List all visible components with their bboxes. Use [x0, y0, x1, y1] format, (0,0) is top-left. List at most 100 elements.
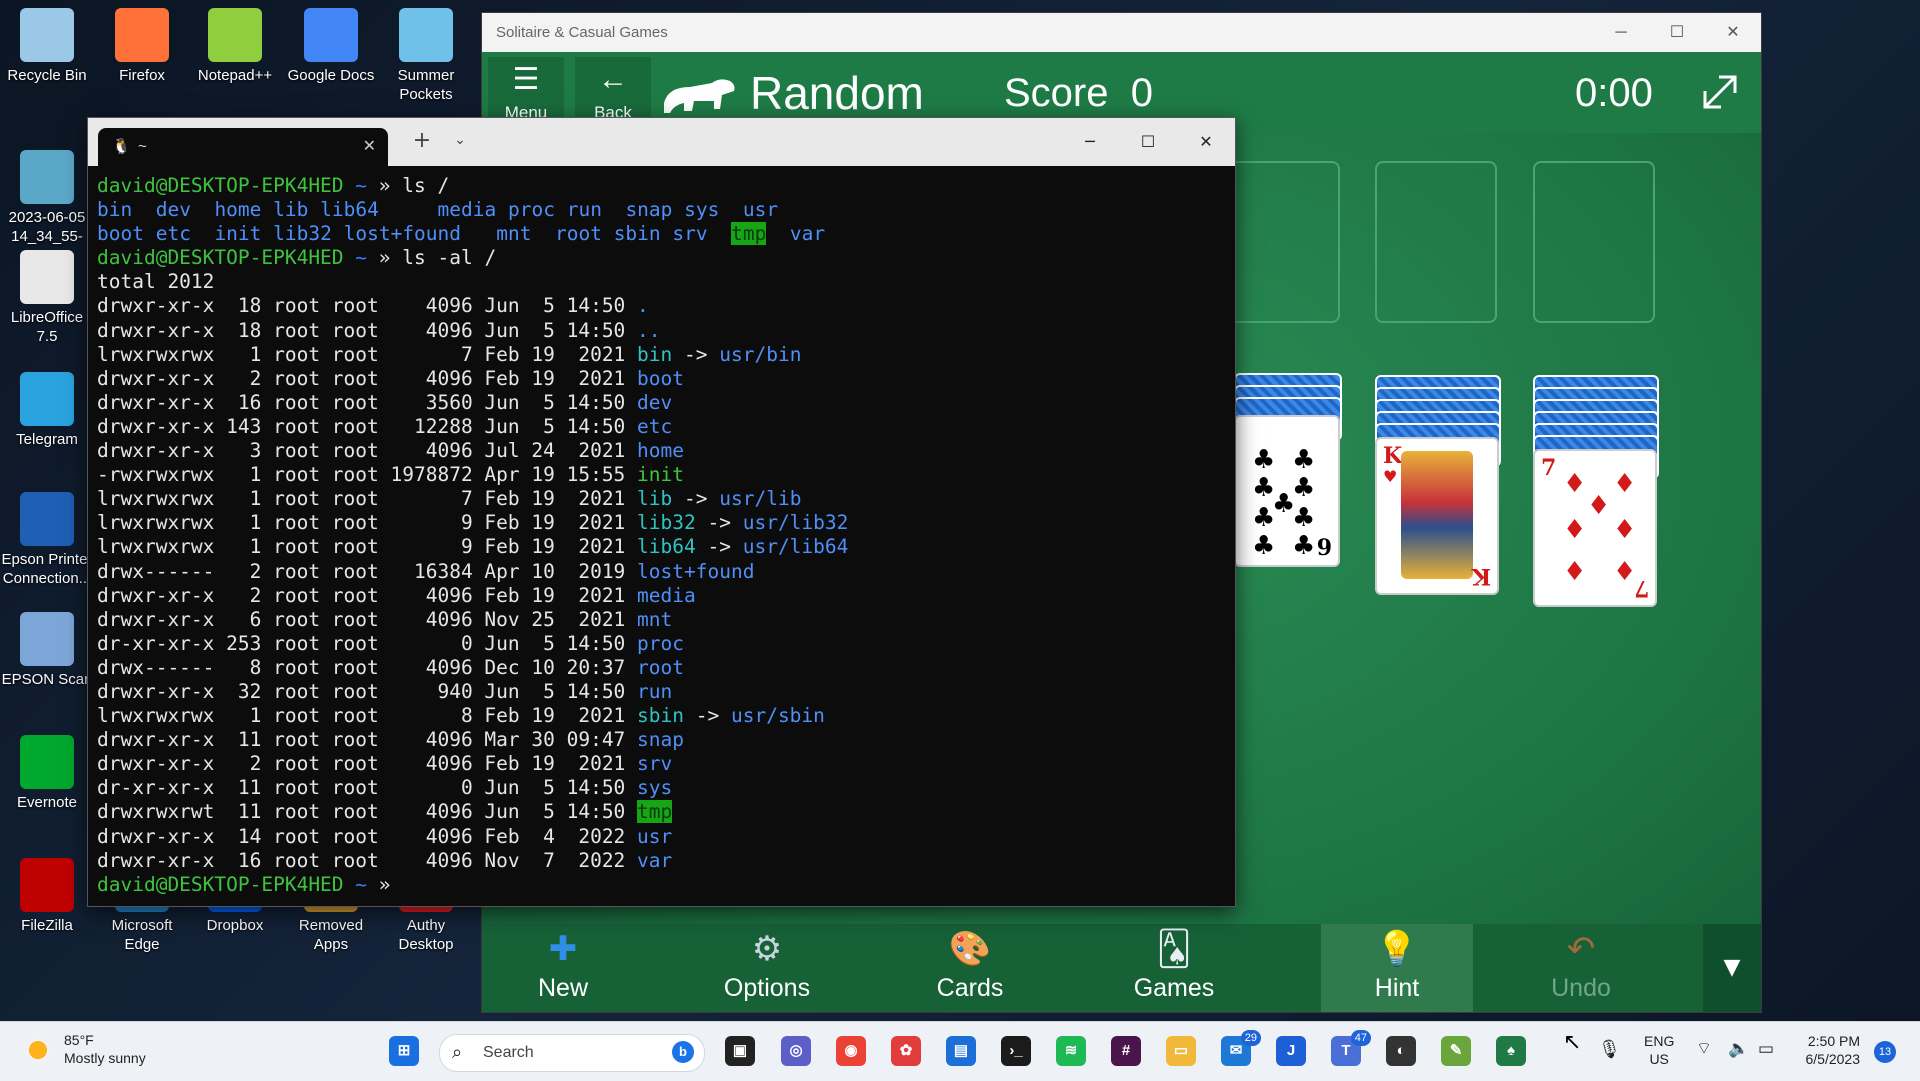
score-label: Score [1004, 71, 1109, 115]
ls-meta: drwxrwxrwt 11 root root 4096 Jun 5 14:50 [97, 800, 638, 824]
desktop-icon[interactable]: Recycle Bin [0, 8, 94, 85]
desktop-icon[interactable]: Epson Printer Connection... [0, 492, 94, 588]
ls-entry: etc [155, 222, 191, 246]
new-game-button[interactable]: ✚ New [483, 924, 643, 1012]
ls-entry: boot [97, 222, 144, 246]
desktop-icon[interactable]: Evernote [0, 735, 94, 812]
search-box[interactable]: ⌕ Search b [439, 1034, 705, 1072]
weather-sun-icon[interactable] [24, 1036, 52, 1064]
teams-icon[interactable]: T 47 [1331, 1030, 1371, 1066]
foundation-slot[interactable] [1234, 161, 1340, 323]
microphone-icon[interactable]: 🎙 [1598, 1040, 1621, 1058]
terminal-tab[interactable]: 🐧 ~ ✕ [98, 128, 388, 166]
slack-icon[interactable]: # [1111, 1036, 1141, 1066]
close-icon[interactable]: ✕ [1705, 13, 1761, 52]
ls-link-target: usr/lib64 [742, 535, 849, 559]
photos-app-icon[interactable]: ✿ [891, 1036, 921, 1066]
ls-long-line: drwxr-xr-x 143 root root 12288 Jun 5 14:… [97, 415, 1235, 439]
teams-chat-icon[interactable]: ◎ [781, 1036, 811, 1066]
clock[interactable]: 2:50 PM 6/5/2023 [1796, 1032, 1861, 1068]
ls-long-line: drwxr-xr-x 6 root root 4096 Nov 25 2021 … [97, 608, 1235, 632]
weather-desc: Mostly sunny [64, 1050, 146, 1066]
prompt-path: ~ [355, 872, 368, 896]
media-app-icon[interactable]: ◐ [1386, 1036, 1416, 1066]
minimize-icon[interactable]: ─ [1061, 118, 1119, 166]
desktop-icon-label: Telegram [16, 431, 78, 448]
desktop-icon[interactable]: FileZilla [0, 858, 94, 935]
volume-icon[interactable]: 🔈 [1728, 1040, 1749, 1058]
ls-name: lib [637, 487, 673, 511]
solitaire-title-bar[interactable]: Solitaire & Casual Games ─ ☐ ✕ [482, 13, 1761, 52]
close-icon[interactable]: ✕ [1177, 118, 1235, 166]
desktop-icon[interactable]: Firefox [95, 8, 189, 85]
ls-meta: drwxr-xr-x 3 root root 4096 Jul 24 2021 [97, 439, 638, 463]
ls-output-line: bin dev home lib lib64 media proc run sn… [97, 198, 1235, 222]
terminal-window: 🐧 ~ ✕ + ⌄ ─ ☐ ✕ david@DESKTOP-EPK4HED ~ … [87, 117, 1236, 907]
close-tab-icon[interactable]: ✕ [363, 136, 376, 156]
new-tab-icon[interactable]: + [406, 128, 438, 153]
terminal-icon[interactable]: ›_ [1001, 1036, 1031, 1066]
desktop-icon[interactable]: Summer Pockets [379, 8, 473, 104]
notification-badge[interactable]: 13 [1874, 1041, 1896, 1063]
desktop-icon-label: Notepad++ [197, 67, 273, 84]
expand-toolbar-button[interactable]: ▼ [1703, 924, 1761, 1012]
ls-link-target: usr/bin [719, 342, 802, 366]
firefox-icon [115, 8, 169, 62]
foundation-slot[interactable] [1533, 161, 1655, 323]
bing-icon[interactable]: b [672, 1041, 694, 1063]
maximize-icon[interactable]: ☐ [1649, 13, 1705, 52]
ls-name: sbin [637, 704, 685, 728]
desktop-icon[interactable]: Notepad++ [188, 8, 282, 85]
weather-widget[interactable]: 85°F Mostly sunny [64, 1031, 146, 1067]
ls-long-line: drwx------ 8 root root 4096 Dec 10 20:37… [97, 656, 1235, 680]
desktop-icon-label: Authy Desktop [398, 917, 454, 953]
prompt-path: ~ [355, 174, 368, 197]
joplin-icon[interactable]: J [1276, 1036, 1306, 1066]
ls-entry: init [214, 222, 262, 246]
card-rank: K [1383, 443, 1403, 469]
terminal-title-bar[interactable]: 🐧 ~ ✕ + ⌄ ─ ☐ ✕ [88, 118, 1235, 166]
start-icon[interactable]: ⊞ [389, 1036, 419, 1066]
desktop-icon[interactable]: 2023-06-05 14_34_55-G... [0, 150, 94, 265]
hint-button[interactable]: 💡 Hint [1321, 924, 1473, 1012]
ls-entry: sbin [613, 222, 661, 246]
desktop-icon[interactable]: LibreOffice 7.5 [0, 250, 94, 346]
notepadpp-icon[interactable]: ✎ [1441, 1036, 1471, 1066]
options-button[interactable]: ⚙ Options [687, 924, 847, 1012]
battery-icon[interactable]: ▭ [1758, 1040, 1774, 1058]
maximize-icon[interactable]: ☐ [1119, 118, 1177, 166]
lightbulb-icon: 💡 [1375, 930, 1419, 968]
desktop-icon-label: Dropbox [206, 917, 264, 934]
card-nine-of-clubs[interactable]: ♣ ♣ ♣ ♣ ♣ ♣ ♣ ♣ ♣ 9 [1234, 415, 1340, 567]
card-seven-of-diamonds[interactable]: 7 ♦ ♦ ♦ ♦ ♦ ♦ ♦ 7 [1533, 449, 1657, 607]
cards-button[interactable]: 🎨 Cards [890, 924, 1050, 1012]
wifi-icon[interactable]: ⌔ [1696, 1040, 1712, 1058]
desktop-icon[interactable]: EPSON Scan [0, 612, 94, 689]
terminal-output[interactable]: david@DESKTOP-EPK4HED ~ » ls / bin dev ho… [97, 174, 1235, 906]
desktop-icon[interactable]: Google Docs [284, 8, 378, 85]
card-king-of-hearts[interactable]: K ♥ K [1375, 437, 1499, 595]
spotify-icon[interactable]: ≋ [1056, 1036, 1086, 1066]
ls-meta: drwxr-xr-x 16 root root 3560 Jun 5 14:50 [97, 390, 638, 414]
minimize-icon[interactable]: ─ [1593, 13, 1649, 52]
ls-name: dev [637, 390, 673, 414]
language-indicator[interactable]: ENG US [1644, 1032, 1674, 1068]
file-explorer-icon[interactable]: ▭ [1166, 1036, 1196, 1066]
terminal-prompt-line: david@DESKTOP-EPK4HED ~ » ls / [97, 174, 1235, 198]
desktop-icon-label: EPSON Scan [1, 671, 93, 688]
taskbar: 85°F Mostly sunny ⊞ ⌕ Search b ▣ ◎ ◉ ✿ ▤… [0, 1021, 1920, 1081]
ls-entry: lib32 [273, 222, 332, 246]
chevron-down-icon[interactable]: ⌄ [448, 132, 472, 148]
undo-button[interactable]: ↶ Undo [1501, 924, 1661, 1012]
chrome-icon[interactable]: ◉ [836, 1036, 866, 1066]
ls-entry: var [789, 222, 826, 246]
desktop-icon[interactable]: Telegram [0, 372, 94, 449]
mail-icon[interactable]: ✉ 29 [1221, 1030, 1261, 1066]
task-view-icon[interactable]: ▣ [725, 1036, 755, 1066]
ls-name: etc [637, 414, 673, 438]
solitaire-icon[interactable]: ♠ [1496, 1036, 1526, 1066]
store-icon[interactable]: ▤ [946, 1036, 976, 1066]
foundation-slot[interactable] [1375, 161, 1497, 323]
fullscreen-icon[interactable] [1699, 71, 1741, 113]
games-button[interactable]: 🂡 Games [1094, 924, 1254, 1012]
